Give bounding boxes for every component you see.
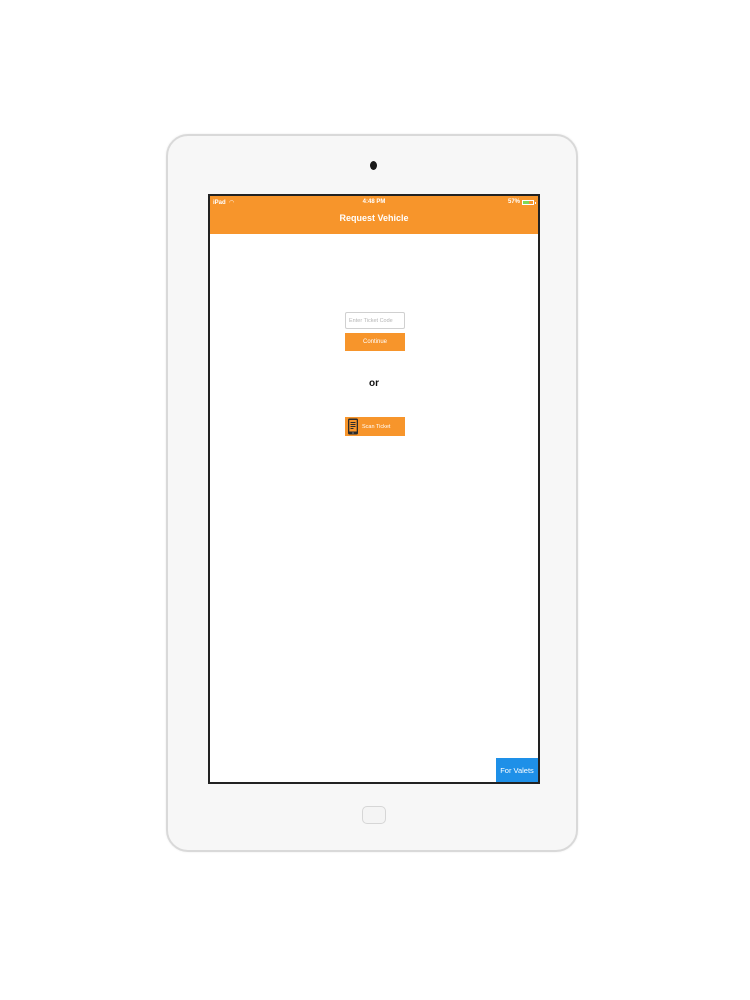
scan-ticket-button[interactable]: Scan Ticket	[345, 417, 405, 436]
scan-ticket-label: Scan Ticket	[362, 423, 391, 430]
battery-fill	[523, 200, 529, 204]
camera-icon	[370, 161, 377, 170]
ticket-code-input[interactable]	[345, 312, 405, 329]
phone-scan-icon	[348, 418, 358, 435]
or-separator: or	[369, 378, 379, 389]
status-time: 4:48 PM	[362, 199, 386, 205]
navigation-bar: Request Vehicle	[210, 208, 538, 234]
battery-percent: 57%	[507, 199, 520, 205]
continue-button[interactable]: Continue	[345, 333, 405, 351]
battery-icon	[522, 199, 536, 205]
page-title: Request Vehicle	[339, 213, 409, 223]
app-screen: iPad ◠ 4:48 PM 57% Request Vehicle Conti…	[208, 194, 540, 784]
status-bar: iPad ◠ 4:48 PM 57%	[210, 196, 538, 208]
for-valets-button[interactable]: For Valets	[496, 758, 538, 782]
status-battery: 57%	[507, 199, 536, 205]
home-button-icon[interactable]	[362, 806, 386, 824]
ipad-device-frame: iPad ◠ 4:48 PM 57% Request Vehicle Conti…	[166, 134, 578, 852]
